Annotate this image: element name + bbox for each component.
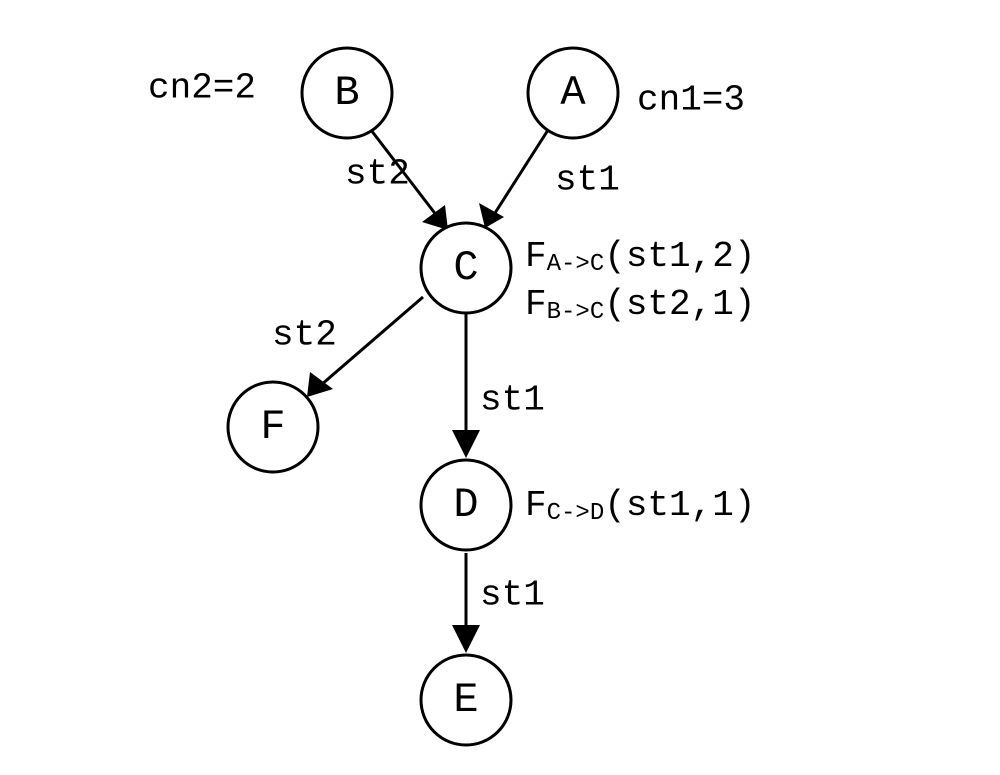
annotation-F-BC: FB->C(st2,1)	[525, 284, 755, 327]
svg-text:F: F	[260, 403, 285, 451]
edge-B-C: st2	[345, 130, 448, 230]
svg-text:B: B	[334, 69, 359, 117]
edge-C-F: st2	[272, 297, 423, 397]
svg-text:C: C	[453, 244, 478, 292]
annotation-cn1: cn1=3	[637, 80, 745, 121]
edge-label-C-D: st1	[480, 380, 545, 421]
svg-text:E: E	[453, 676, 478, 724]
node-F: F	[228, 382, 318, 472]
svg-text:A: A	[560, 69, 586, 117]
node-D: D FC->D(st1,1)	[421, 460, 755, 550]
edge-C-D: st1	[452, 313, 545, 458]
node-E: E	[421, 655, 511, 745]
node-C: C FA->C(st1,2) FB->C(st2,1)	[421, 223, 755, 326]
annotation-F-CD: FC->D(st1,1)	[525, 485, 755, 528]
annotation-cn2: cn2=2	[148, 68, 256, 109]
diagram-canvas: st2 st1 st2 st1 st1 B cn2=2 A cn1=3	[0, 0, 1000, 775]
edge-label-D-E: st1	[480, 575, 545, 616]
edge-label-B-C: st2	[345, 154, 410, 195]
edge-D-E: st1	[452, 553, 545, 653]
node-B: B cn2=2	[148, 48, 392, 138]
node-A: A cn1=3	[528, 48, 745, 138]
annotation-F-AC: FA->C(st1,2)	[525, 236, 755, 279]
edge-label-C-F: st2	[272, 315, 337, 356]
edge-A-C: st1	[479, 130, 620, 228]
svg-text:D: D	[453, 481, 478, 529]
edge-label-A-C: st1	[555, 160, 620, 201]
